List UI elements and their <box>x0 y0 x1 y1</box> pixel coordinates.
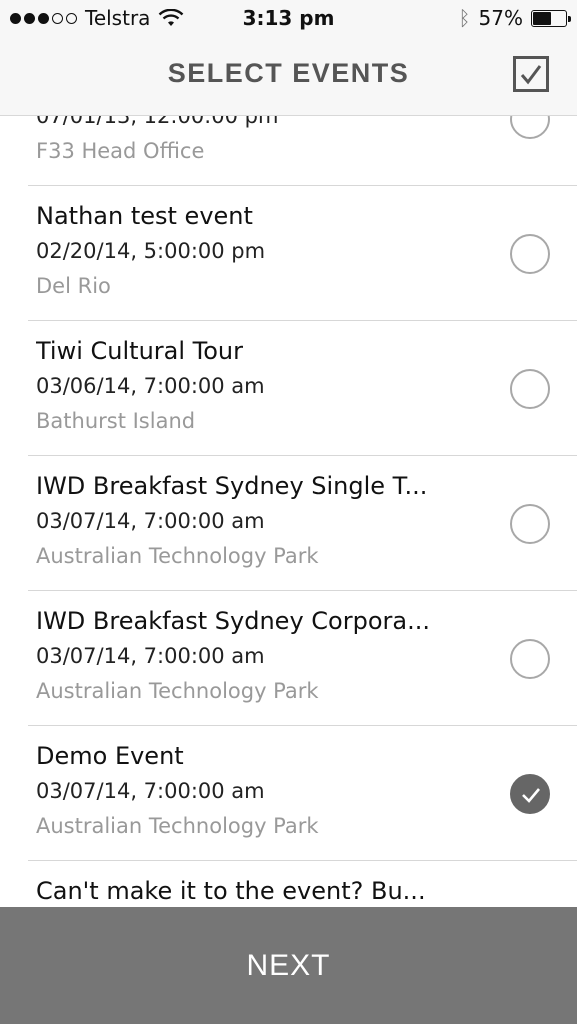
nav-bar: SELECT EVENTS <box>0 38 577 116</box>
event-name: Nathan test event <box>36 202 253 230</box>
next-button[interactable]: NEXT <box>0 907 577 1024</box>
event-date: 03/06/14, 7:00:00 am <box>36 374 265 398</box>
event-location: Bathurst Island <box>36 409 196 433</box>
status-bar: Telstra 3:13 pm ᛒ 57% <box>0 0 577 38</box>
event-name: Tiwi Cultural Tour <box>36 337 243 365</box>
event-row[interactable]: Tiwi Cultural Tour 03/06/14, 7:00:00 am Ba… <box>0 321 577 456</box>
event-date: 03/07/14, 7:00:00 am <box>36 644 265 668</box>
selected-radio-button[interactable] <box>510 774 550 814</box>
battery-percentage: 57% <box>478 6 523 30</box>
radio-button[interactable] <box>510 369 550 409</box>
event-location: Australian Technology Park <box>36 544 319 568</box>
event-name: IWD Breakfast Sydney Single T... <box>36 472 428 500</box>
event-location: Del Rio <box>36 274 111 298</box>
battery-fill <box>533 11 551 25</box>
event-location: Australian Technology Park <box>36 814 319 838</box>
event-name: Can't make it to the event? Bu... <box>36 877 426 905</box>
page-title: SELECT EVENTS <box>167 58 410 88</box>
event-row[interactable]: Nathan test event 02/20/14, 5:00:00 pm Del… <box>0 186 577 321</box>
event-name: IWD Breakfast Sydney Corpora... <box>36 607 430 635</box>
event-location: F33 Head Office <box>36 139 205 163</box>
event-location: Australian Technology Park <box>36 679 319 703</box>
event-date: 03/07/14, 7:00:00 am <box>36 509 265 533</box>
checkbox-checked-icon <box>520 65 542 85</box>
event-row[interactable]: IWD Breakfast Sydney Corpora... 03/07/14,… <box>0 591 577 726</box>
bluetooth-icon: ᛒ <box>458 6 471 30</box>
event-name: Demo Event <box>36 742 184 770</box>
battery-icon <box>531 9 571 27</box>
radio-button[interactable] <box>510 639 550 679</box>
select-events-screen: 07/01/13, 12:00:00 pm F33 Head Office Nath… <box>0 0 577 1024</box>
radio-button[interactable] <box>510 504 550 544</box>
event-date: 02/20/14, 5:00:00 pm <box>36 239 266 263</box>
select-all-button[interactable] <box>513 56 549 92</box>
radio-button[interactable] <box>510 234 550 274</box>
checkmark-icon <box>522 788 540 803</box>
event-row[interactable]: IWD Breakfast Sydney Single T... 03/07/14… <box>0 456 577 591</box>
battery-nub <box>568 15 571 22</box>
event-row[interactable]: Demo Event 03/07/14, 7:00:00 am Australian… <box>0 726 577 861</box>
status-right: ᛒ 57% <box>458 6 571 30</box>
event-date: 03/07/14, 7:00:00 am <box>36 779 265 803</box>
